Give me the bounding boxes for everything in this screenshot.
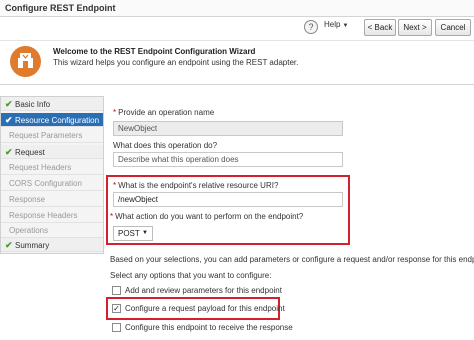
banner-title: Welcome to the REST Endpoint Configurati… xyxy=(53,47,256,56)
help-label: Help xyxy=(324,20,341,29)
selections-info-text: Based on your selections, you can add pa… xyxy=(110,255,474,264)
wizard-nav: ✔ Basic Info ✔ Resource Configuration Requ… xyxy=(0,96,104,254)
action-select-value: POST xyxy=(118,229,140,238)
nav-item-request[interactable]: ✔ Request xyxy=(1,145,103,159)
operation-description-label: What does this operation do? xyxy=(113,141,218,150)
operation-name-label: * Provide an operation name xyxy=(113,108,215,117)
add-parameters-checkbox[interactable] xyxy=(112,286,121,295)
configure-request-label: Configure a request payload for this end… xyxy=(125,304,285,313)
nav-item-request-parameters[interactable]: Request Parameters xyxy=(1,129,103,143)
chevron-down-icon: ▼ xyxy=(342,23,349,29)
operation-name-input[interactable]: NewObject xyxy=(113,121,343,136)
back-button[interactable]: < Back xyxy=(364,19,396,36)
resource-uri-input[interactable]: /newObject xyxy=(113,192,343,207)
configure-request-checkbox[interactable]: ✓ xyxy=(112,304,121,313)
checkmark-icon: ✔ xyxy=(5,99,13,109)
nav-item-cors-configuration[interactable]: CORS Configuration xyxy=(1,177,103,191)
cancel-button[interactable]: Cancel xyxy=(435,19,471,36)
chevron-down-icon: ▼ xyxy=(142,230,148,236)
resource-uri-label: * What is the endpoint's relative resourc… xyxy=(113,181,279,190)
configure-response-label: Configure this endpoint to receive the r… xyxy=(125,323,293,332)
nav-item-operations[interactable]: Operations xyxy=(1,224,103,238)
help-menu-button[interactable]: Help ▼ xyxy=(324,20,348,29)
window-titlebar: Configure REST Endpoint xyxy=(0,0,474,17)
rest-adapter-icon xyxy=(10,46,41,77)
checkmark-icon: ✔ xyxy=(5,115,13,125)
checkmark-icon: ✔ xyxy=(5,240,13,250)
banner-description: This wizard helps you configure an endpo… xyxy=(53,58,299,67)
action-label: * What action do you want to perform on t… xyxy=(110,212,304,221)
operation-description-input[interactable]: Describe what this operation does xyxy=(113,152,343,167)
nav-item-basic-info[interactable]: ✔ Basic Info xyxy=(1,97,103,111)
window-title: Configure REST Endpoint xyxy=(5,3,116,13)
nav-item-resource-configuration[interactable]: ✔ Resource Configuration xyxy=(1,113,103,127)
nav-item-request-headers[interactable]: Request Headers xyxy=(1,161,103,175)
configure-response-checkbox[interactable] xyxy=(112,323,121,332)
options-label: Select any options that you want to conf… xyxy=(110,271,272,280)
nav-item-summary[interactable]: ✔ Summary xyxy=(1,238,103,252)
next-button[interactable]: Next > xyxy=(398,19,432,36)
add-parameters-label: Add and review parameters for this endpo… xyxy=(125,286,282,295)
help-icon[interactable]: ? xyxy=(304,20,318,34)
action-select[interactable]: POST ▼ xyxy=(113,226,153,241)
nav-item-response[interactable]: Response xyxy=(1,193,103,207)
checkmark-icon: ✔ xyxy=(5,147,13,157)
nav-item-response-headers[interactable]: Response Headers xyxy=(1,209,103,223)
